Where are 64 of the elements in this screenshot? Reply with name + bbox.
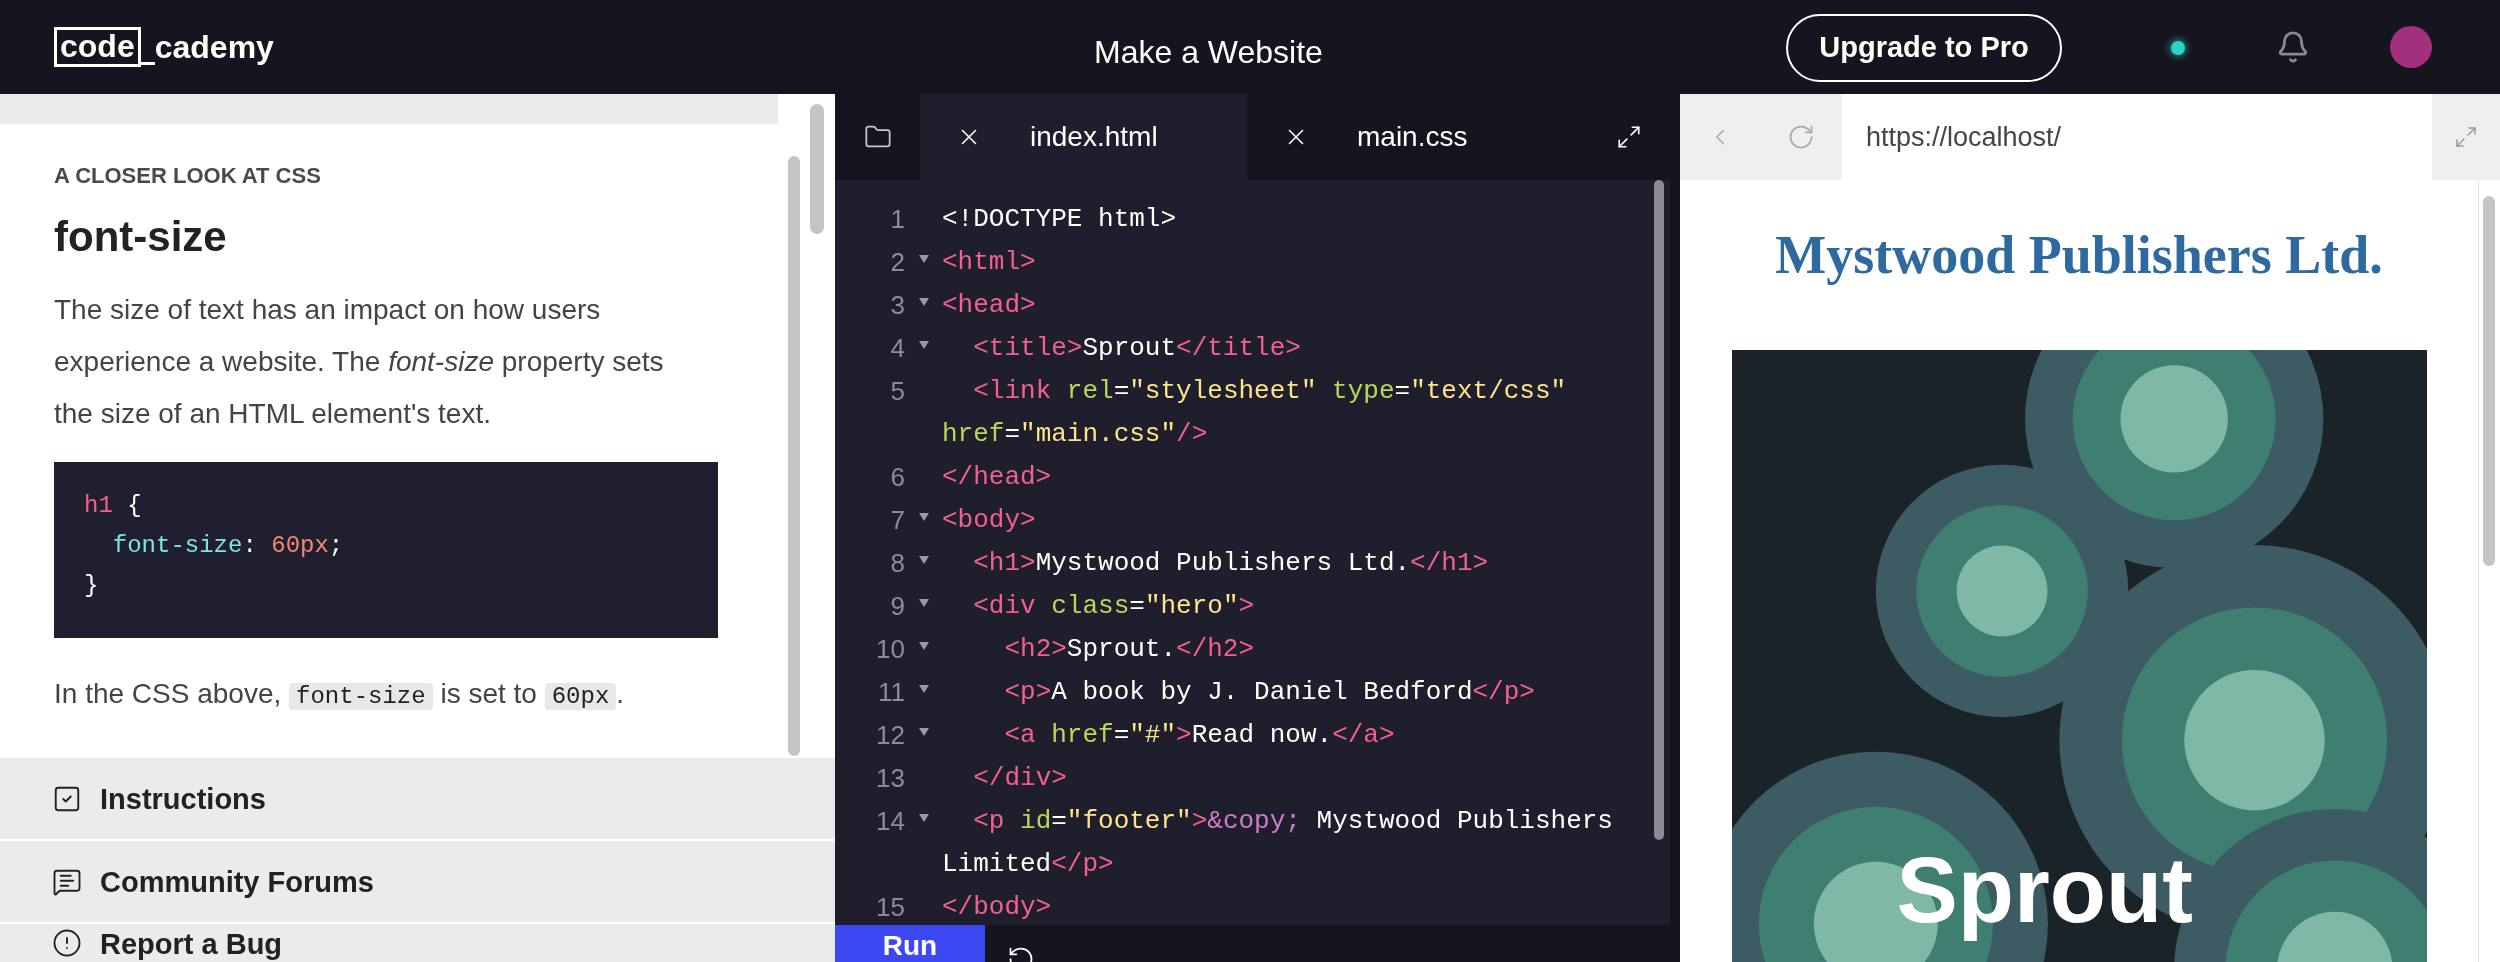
code-line: <link rel="stylesheet" type="text/css" href="main.css"/> (942, 375, 1568, 451)
code-line: <h2>Sprout.</h2> (1003, 633, 1256, 666)
scrollbar[interactable] (788, 156, 800, 756)
code-line: <title>Sprout</title> (972, 332, 1302, 365)
fold-arrow-icon[interactable] (917, 511, 930, 522)
fold-arrow-icon[interactable] (917, 339, 930, 350)
code-block: h1 { font-size: 60px; } (54, 462, 718, 638)
code-line: <html> (942, 246, 1037, 279)
code-line: <p>A book by J. Daniel Bedford</p> (1003, 676, 1536, 709)
fold-arrow-icon[interactable] (917, 683, 930, 694)
logo[interactable]: code cademy (54, 27, 274, 67)
code-line: <h1>Mystwood Publishers Ltd.</h1> (972, 547, 1490, 580)
scrollbar[interactable] (810, 104, 824, 234)
notification-bell-icon[interactable] (2276, 30, 2310, 64)
code-line: <!DOCTYPE html> (942, 203, 1178, 236)
fold-arrow-icon[interactable] (917, 726, 930, 737)
expand-icon[interactable] (1616, 124, 1642, 150)
line-number: 5 (889, 375, 905, 408)
line-number: 10 (875, 633, 905, 666)
site-heading: Mystwood Publishers Ltd. (1775, 224, 2383, 287)
scrollbar[interactable] (1654, 180, 1664, 840)
upgrade-button[interactable]: Upgrade to Pro (1786, 14, 2062, 82)
line-number: 11 (877, 676, 905, 709)
line-number: 12 (875, 719, 905, 752)
line-number: 15 (875, 891, 905, 924)
page-title: Make a Website (1094, 33, 1323, 72)
line-number: 3 (889, 289, 905, 322)
lesson-paragraph: The size of text has an impact on how users experience a website. The font-size property sets the size of an HTML element's text. (54, 293, 665, 431)
fold-arrow-icon[interactable] (917, 597, 930, 608)
code-line: <div class="hero"> (972, 590, 1256, 623)
alert-circle-icon (52, 928, 82, 958)
lesson-eyebrow: A CLOSER LOOK AT CSS (54, 162, 322, 190)
hero-title: Sprout (1896, 840, 2193, 940)
avatar[interactable] (2390, 26, 2432, 68)
line-number: 14 (875, 805, 905, 838)
panel-link[interactable]: Community Forums (0, 839, 835, 922)
code-line: </body> (942, 891, 1053, 924)
fold-arrow-icon[interactable] (917, 554, 930, 565)
lesson-paragraph: In the CSS above, font-size is set to 60px . (54, 677, 626, 712)
code-line: <a href="#">Read now.</a> (1003, 719, 1396, 752)
fold-arrow-icon[interactable] (917, 640, 930, 651)
lesson-title: font-size (54, 212, 228, 262)
fold-arrow-icon[interactable] (917, 296, 930, 307)
scrollbar[interactable] (2483, 196, 2495, 566)
panel-link[interactable]: Report a Bug (0, 922, 835, 962)
line-number: 13 (875, 762, 905, 795)
run-button[interactable]: Run (835, 925, 985, 962)
code-line: </head> (942, 461, 1053, 494)
panel-link[interactable]: Instructions (0, 756, 835, 839)
line-number: 7 (889, 504, 905, 537)
line-number: 6 (889, 461, 905, 494)
line-number: 4 (889, 332, 905, 365)
fold-arrow-icon[interactable] (917, 253, 930, 264)
line-number: 9 (889, 590, 905, 623)
fold-arrow-icon[interactable] (917, 812, 930, 823)
code-line: </div> (972, 762, 1068, 795)
code-line: <p id="footer">&copy; Mystwood Publishers Limited</p> (942, 805, 1614, 881)
line-number: 2 (889, 246, 905, 279)
code-line: <head> (942, 289, 1037, 322)
line-number: 8 (889, 547, 905, 580)
file-tab[interactable]: index.html (920, 94, 1247, 180)
line-number: 1 (889, 203, 905, 236)
url-field[interactable]: https://localhost/ (1842, 94, 2432, 180)
code-line: <body> (942, 504, 1037, 537)
